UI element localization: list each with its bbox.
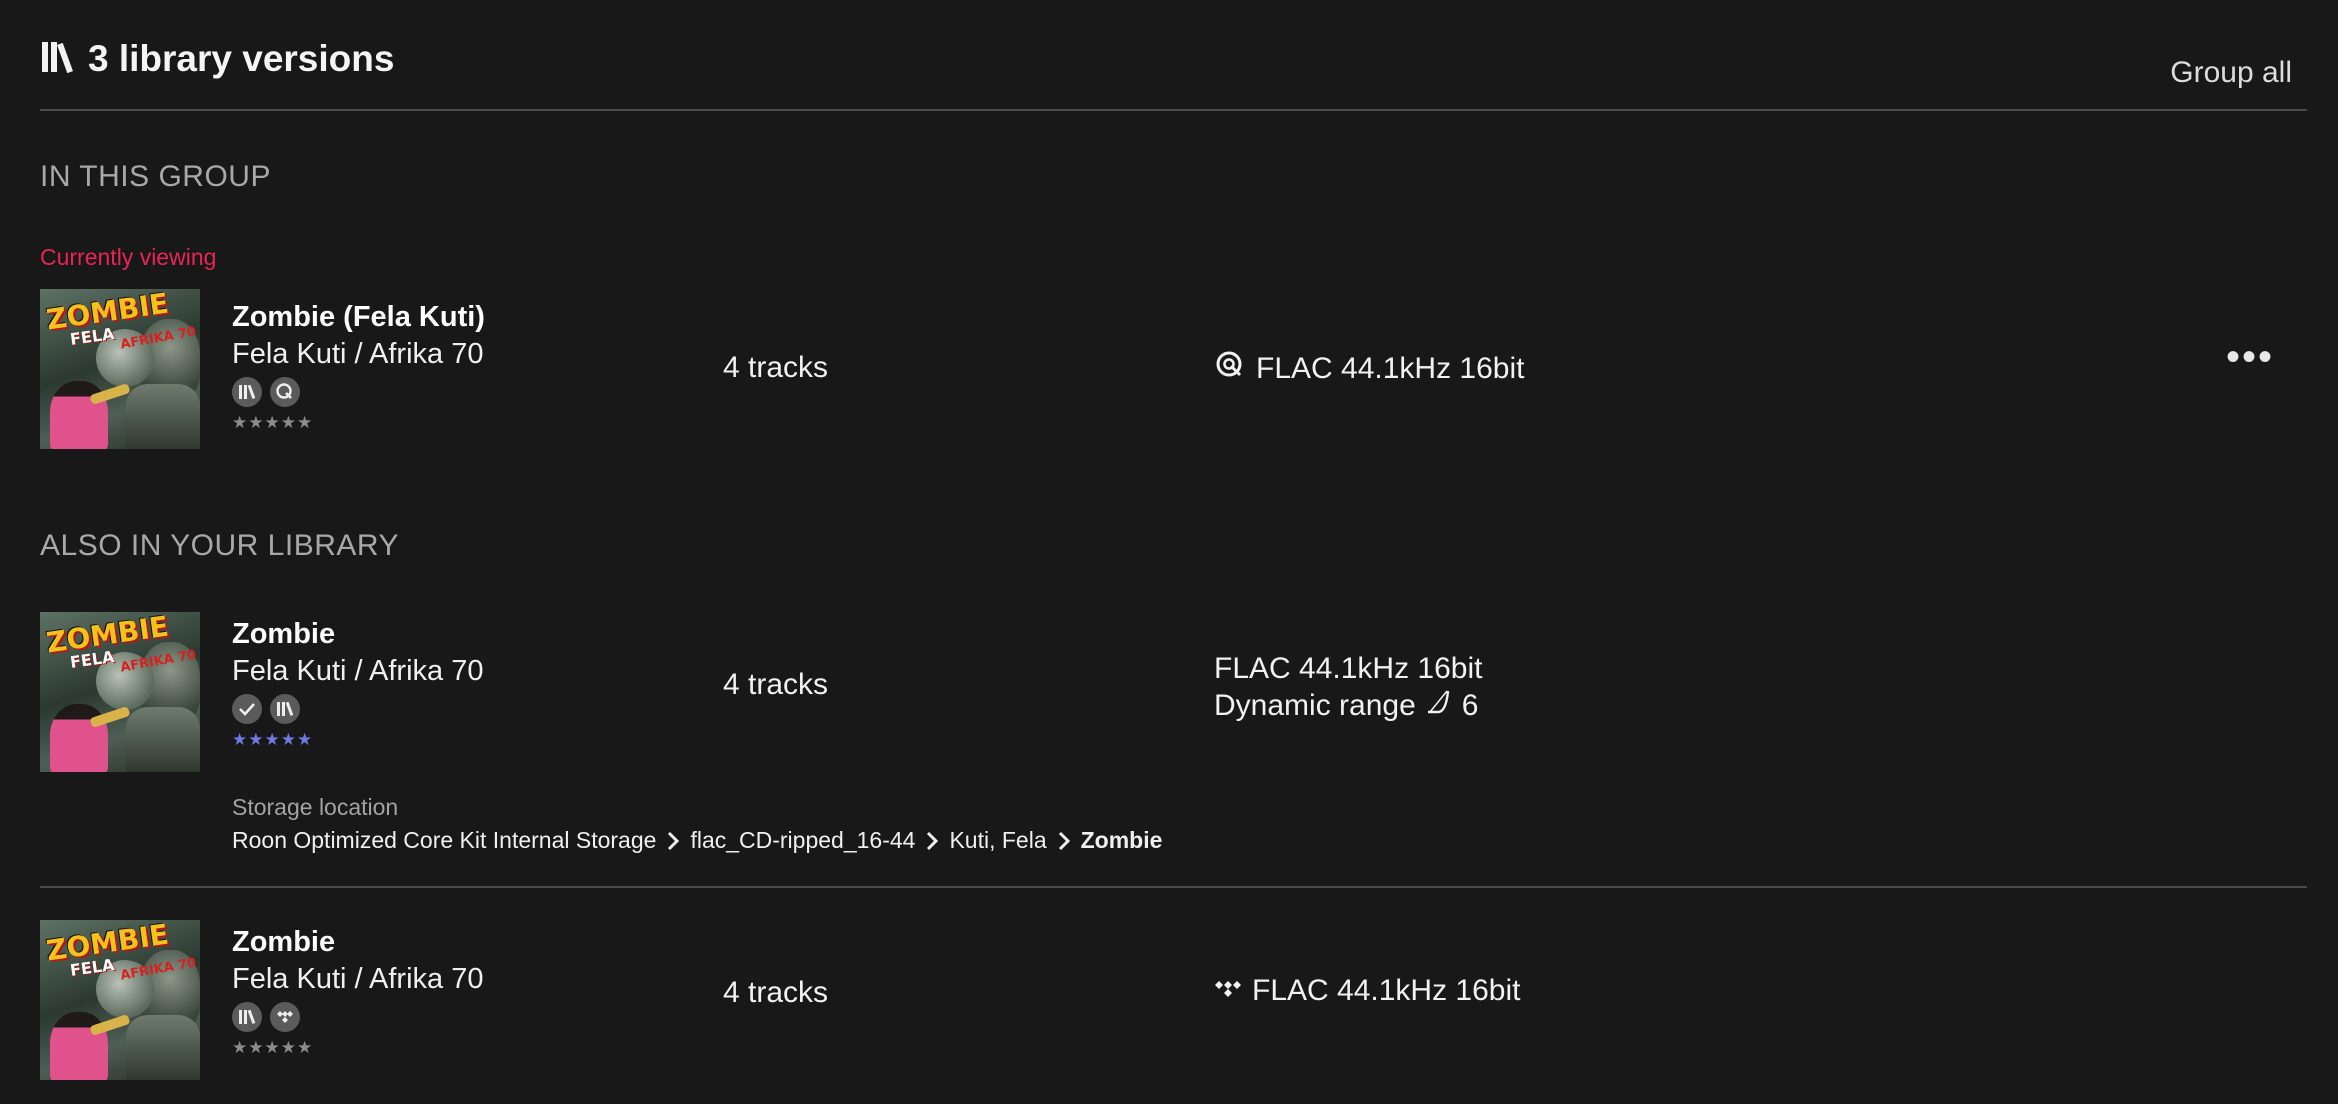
track-count: 4 tracks — [723, 351, 829, 384]
album-title[interactable]: Zombie (Fela Kuti) — [232, 299, 485, 335]
qobuz-icon — [1214, 349, 1246, 389]
storage-path: Roon Optimized Core Kit Internal Storage… — [232, 827, 1162, 854]
track-count: 4 tracks — [723, 976, 829, 1009]
header-divider — [40, 109, 2307, 111]
album-artist[interactable]: Fela Kuti / Afrika 70 — [232, 652, 483, 690]
quality-text: FLAC 44.1kHz 16bit — [1214, 652, 1483, 685]
storage-path-segment[interactable]: Roon Optimized Core Kit Internal Storage — [232, 827, 656, 854]
storage-location-label: Storage location — [232, 794, 399, 820]
storage-path-segment[interactable]: Zombie — [1081, 827, 1163, 854]
track-count: 4 tracks — [723, 668, 829, 701]
dynamic-range: Dynamic range 6 — [1214, 687, 1482, 724]
quality-text: FLAC 44.1kHz 16bit — [1256, 352, 1525, 385]
qobuz-icon — [270, 377, 300, 407]
page-header: 3 library versions — [40, 38, 394, 80]
dynamic-range-icon — [1426, 687, 1452, 724]
album-artist[interactable]: Fela Kuti / Afrika 70 — [232, 335, 485, 373]
dynamic-range-label: Dynamic range — [1214, 689, 1416, 722]
album-cover: ZOMBIE FELA AFRIKA 70 — [40, 920, 200, 1080]
rating-stars[interactable]: ★★★★★ — [232, 413, 485, 433]
rating-stars[interactable]: ★★★★★ — [232, 730, 483, 750]
album-artist[interactable]: Fela Kuti / Afrika 70 — [232, 960, 483, 998]
rating-stars[interactable]: ★★★★★ — [232, 1038, 483, 1058]
version-row[interactable]: ZOMBIE FELA AFRIKA 70 Zombie (Fela Kuti)… — [40, 289, 2298, 449]
album-title[interactable]: Zombie — [232, 616, 483, 652]
chevron-right-icon — [1057, 830, 1071, 852]
tidal-icon — [270, 1002, 300, 1032]
quality-text: FLAC 44.1kHz 16bit — [1252, 974, 1521, 1007]
library-icon — [40, 40, 74, 79]
album-cover: ZOMBIE FELA AFRIKA 70 — [40, 289, 200, 449]
page-title: 3 library versions — [88, 38, 395, 79]
row-divider — [40, 886, 2307, 888]
section-title-in-this-group: IN THIS GROUP — [40, 160, 271, 193]
storage-path-segment[interactable]: flac_CD-ripped_16-44 — [690, 827, 915, 854]
storage-path-segment[interactable]: Kuti, Fela — [949, 827, 1046, 854]
library-icon — [232, 1002, 262, 1032]
audio-quality: FLAC 44.1kHz 16bit Dynamic range 6 — [1214, 650, 1482, 724]
version-row[interactable]: ZOMBIE FELA AFRIKA 70 Zombie Fela Kuti /… — [40, 612, 2298, 772]
album-title[interactable]: Zombie — [232, 924, 483, 960]
chevron-right-icon — [666, 830, 680, 852]
audio-quality: FLAC 44.1kHz 16bit — [1214, 349, 1524, 389]
dynamic-range-value: 6 — [1461, 689, 1479, 722]
chevron-right-icon — [925, 830, 939, 852]
section-title-also-in-library: ALSO IN YOUR LIBRARY — [40, 529, 400, 562]
album-cover: ZOMBIE FELA AFRIKA 70 — [40, 612, 200, 772]
storage-location: Storage location Roon Optimized Core Kit… — [232, 794, 1162, 854]
tidal-icon — [1214, 974, 1242, 1008]
library-icon — [270, 694, 300, 724]
library-icon — [232, 377, 262, 407]
group-all-button[interactable]: Group all — [2170, 56, 2292, 90]
audio-quality: FLAC 44.1kHz 16bit — [1214, 974, 1520, 1008]
more-options-button[interactable]: ••• — [2226, 335, 2274, 380]
version-row[interactable]: ZOMBIE FELA AFRIKA 70 Zombie Fela Kuti /… — [40, 920, 2298, 1080]
check-icon — [232, 694, 262, 724]
currently-viewing-label: Currently viewing — [40, 244, 217, 270]
